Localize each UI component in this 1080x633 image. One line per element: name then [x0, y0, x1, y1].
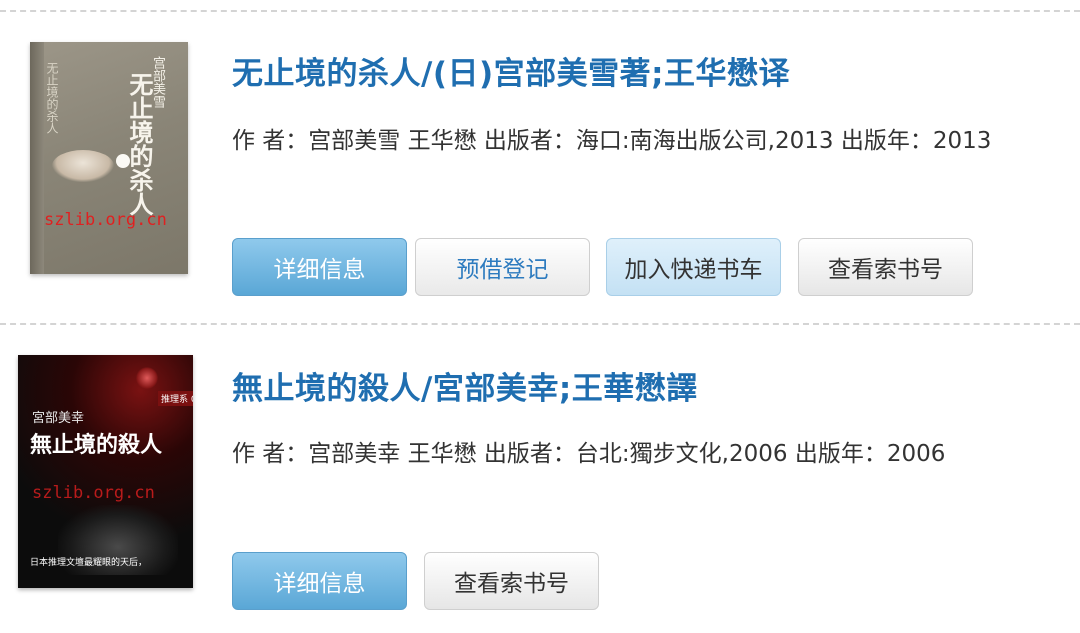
book-record: 宫部美雪 无止境的杀人 无止境的杀人 szlib.org.cn 无止境的杀人/(… [0, 0, 1080, 322]
cover-spine-note: 无止境的杀人 [45, 62, 59, 134]
watermark: szlib.org.cn [44, 210, 167, 230]
book-cover[interactable]: 推理系 08 宮部美幸 無止境的殺人 szlib.org.cn 日本推理文壇最耀… [18, 355, 193, 588]
series-badge: 推理系 08 [158, 391, 193, 406]
call-number-button[interactable]: 查看索书号 [424, 552, 599, 610]
cover-title: 无止境的杀人 [125, 72, 154, 216]
cover-tagline: 日本推理文壇最耀眼的天后， [30, 558, 148, 568]
book-title-link[interactable]: 无止境的杀人/(日)宫部美雪著;王华懋译 [232, 48, 790, 93]
cover-author: 宮部美幸 [32, 411, 85, 426]
hand-illustration [52, 150, 114, 182]
watermark: szlib.org.cn [32, 483, 155, 503]
cover-title: 無止境的殺人 [30, 432, 163, 458]
detail-button[interactable]: 详细信息 [232, 552, 407, 610]
book-meta: 作 者：宫部美幸 王华懋 出版者：台北:獨步文化,2006 出版年：2006 [232, 441, 946, 467]
book-record: 推理系 08 宮部美幸 無止境的殺人 szlib.org.cn 日本推理文壇最耀… [0, 324, 1080, 633]
flower-icon [116, 154, 130, 168]
book-title-link[interactable]: 無止境的殺人/宮部美幸;王華懋譯 [232, 363, 698, 408]
call-number-button[interactable]: 查看索书号 [798, 238, 973, 296]
book-meta: 作 者：宫部美雪 王华懋 出版者：海口:南海出版公司,2013 出版年：2013 [232, 128, 992, 154]
lamp-icon [136, 367, 158, 389]
express-cart-button[interactable]: 加入快递书车 [606, 238, 781, 296]
detail-button[interactable]: 详细信息 [232, 238, 407, 296]
book-cover[interactable]: 宫部美雪 无止境的杀人 无止境的杀人 szlib.org.cn [30, 42, 188, 274]
reserve-button[interactable]: 预借登记 [415, 238, 590, 296]
